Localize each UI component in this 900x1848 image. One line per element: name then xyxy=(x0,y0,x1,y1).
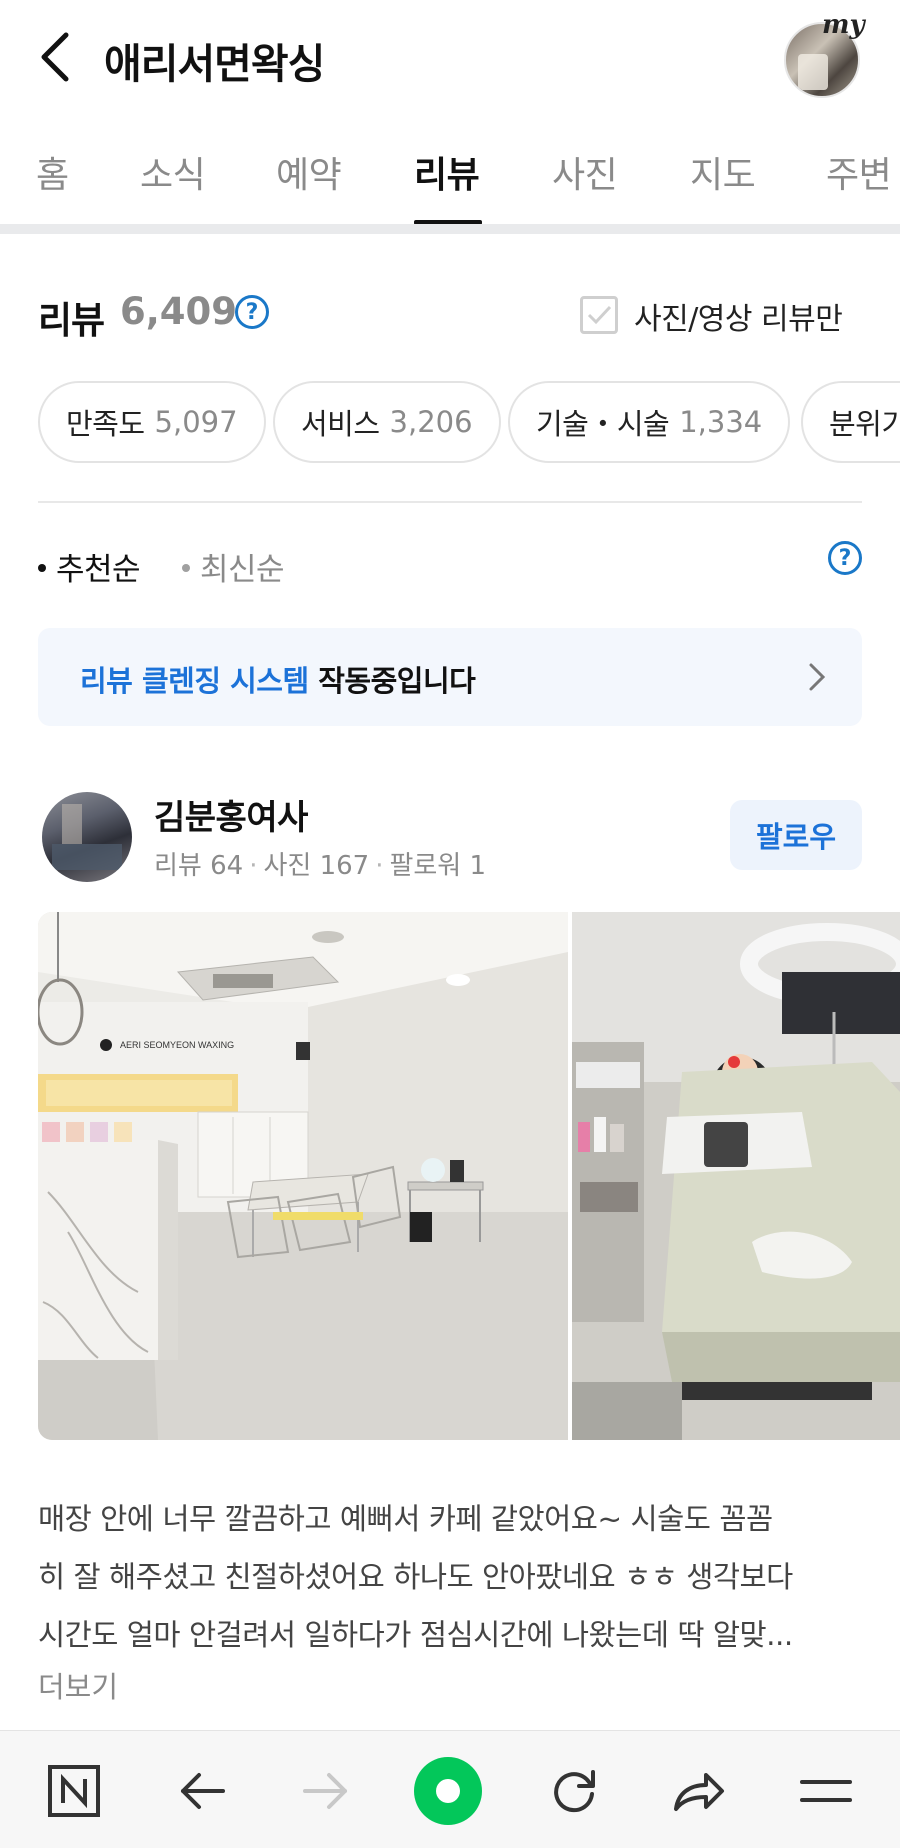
check-icon xyxy=(587,305,612,325)
my-label: my xyxy=(822,10,865,40)
banner-text: 리뷰 클렌징 시스템 작동중입니다 xyxy=(80,664,476,698)
tab-photos[interactable]: 사진 xyxy=(552,146,618,198)
back-arrow-icon[interactable] xyxy=(170,1759,234,1823)
chip-label: 기술・시술 xyxy=(536,407,670,441)
tab-bar: 홈 소식 예약 리뷰 사진 지도 주변 xyxy=(0,140,900,226)
chevron-left-icon xyxy=(41,32,69,82)
sort-recommended[interactable]: 추천순 xyxy=(38,544,141,589)
tab-home[interactable]: 홈 xyxy=(36,146,69,198)
tab-booking[interactable]: 예약 xyxy=(276,146,342,198)
follow-button[interactable]: 팔로우 xyxy=(730,800,862,870)
green-dot-icon[interactable] xyxy=(412,1755,484,1827)
sort-help-icon[interactable]: ? xyxy=(828,541,862,575)
review-photo-lobby[interactable]: AERI SEOMYEON WAXING xyxy=(38,912,568,1440)
forward-arrow-icon[interactable] xyxy=(294,1759,358,1823)
reviews-title: 리뷰 xyxy=(38,299,105,342)
reviews-count: 6,409 xyxy=(120,290,238,333)
photo-only-checkbox[interactable] xyxy=(580,296,618,334)
sort-latest[interactable]: 최신순 xyxy=(182,544,285,589)
tab-news[interactable]: 소식 xyxy=(140,146,206,198)
tab-nearby[interactable]: 주변 xyxy=(826,146,892,198)
page-title: 애리서면왁싱 xyxy=(104,40,325,88)
section-divider xyxy=(0,224,900,234)
filter-chip-service[interactable]: 서비스 3,206 xyxy=(273,381,501,463)
review-text-line: 히 잘 해주셨고 친절하셨어요 하나도 안아팠네요 ㅎㅎ 생각보다 xyxy=(38,1560,793,1594)
reviewer-avatar[interactable] xyxy=(42,792,132,882)
reviewer-name[interactable]: 김분홍여사 xyxy=(154,790,308,839)
reviewer-stats: 리뷰 64 · 사진 167 · 팔로워 1 xyxy=(154,851,487,881)
svg-text:AERI SEOMYEON WAXING: AERI SEOMYEON WAXING xyxy=(120,1040,234,1050)
tab-reviews[interactable]: 리뷰 xyxy=(414,146,480,198)
chip-label: 서비스 xyxy=(301,407,380,441)
naver-n-icon[interactable] xyxy=(42,1759,106,1823)
chip-count: 3,206 xyxy=(389,405,473,439)
review-text-line: 매장 안에 너무 깔끔하고 예뻐서 카페 같았어요~ 시술도 꼼꼼 xyxy=(38,1502,773,1536)
review-cleansing-banner[interactable]: 리뷰 클렌징 시스템 작동중입니다 xyxy=(38,628,862,726)
photo-only-label[interactable]: 사진/영상 리뷰만 xyxy=(634,294,843,338)
review-text-line: 시간도 얼마 안걸려서 일하다가 점심시간에 나왔는데 딱 알맞... xyxy=(38,1618,793,1652)
tab-map[interactable]: 지도 xyxy=(690,146,756,198)
chip-label: 만족도 xyxy=(66,407,145,441)
browser-bottom-bar xyxy=(0,1730,900,1848)
more-link[interactable]: 더보기 xyxy=(38,1664,118,1706)
filter-chip-atmosphere[interactable]: 분위기 xyxy=(801,381,900,463)
top-header: 애리서면왁싱 my xyxy=(0,0,900,116)
review-photo-treatment-bed[interactable] xyxy=(572,912,900,1440)
review-body: 매장 안에 너무 깔끔하고 예뻐서 카페 같았어요~ 시술도 꼼꼼 히 잘 해주… xyxy=(38,1490,864,1664)
chip-count: 5,097 xyxy=(154,405,238,439)
menu-icon[interactable] xyxy=(794,1759,858,1823)
filter-chip-technique[interactable]: 기술・시술 1,334 xyxy=(508,381,791,463)
chip-label: 분위기 xyxy=(829,407,900,441)
back-button[interactable] xyxy=(30,28,80,86)
chip-count: 1,334 xyxy=(679,405,763,439)
filter-chip-satisfaction[interactable]: 만족도 5,097 xyxy=(38,381,266,463)
share-icon[interactable] xyxy=(666,1759,730,1823)
help-icon[interactable]: ? xyxy=(235,295,269,329)
chevron-right-icon xyxy=(808,662,826,696)
refresh-icon[interactable] xyxy=(542,1759,606,1823)
divider xyxy=(38,501,862,503)
